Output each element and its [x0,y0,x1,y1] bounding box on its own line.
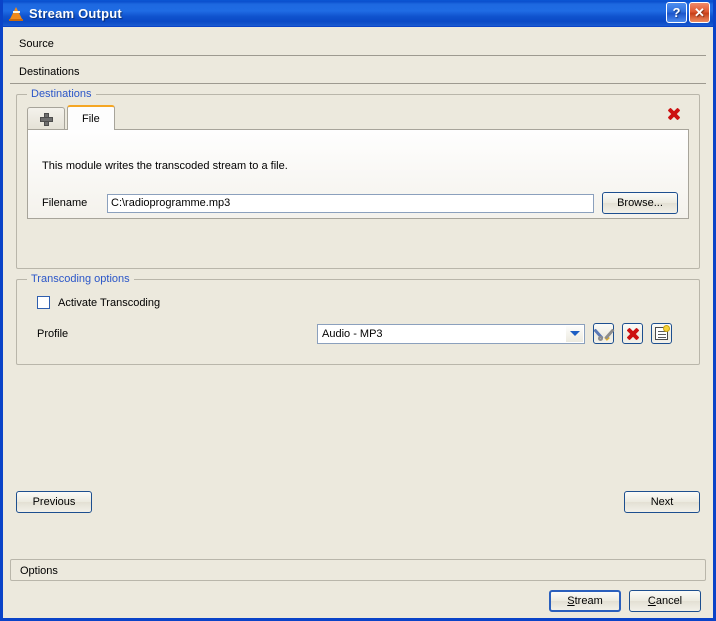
tab-file-label: File [82,112,100,125]
close-button[interactable]: ✕ [689,2,710,23]
vlc-cone-icon [9,6,23,21]
previous-button[interactable]: Previous [16,491,92,513]
plus-icon [39,112,53,126]
destinations-group-title: Destinations [27,88,96,100]
transcoding-group-title: Transcoding options [27,273,134,285]
activate-transcoding-checkbox[interactable] [37,296,50,309]
cancel-button[interactable]: Cancel [629,590,701,612]
close-x-icon [667,107,680,120]
destinations-groupbox: Destinations File This module writes the… [16,88,700,269]
transcoding-options-groupbox: Transcoding options Activate Transcoding… [16,273,700,365]
add-destination-tab[interactable] [27,107,65,130]
chevron-down-icon [566,325,583,342]
activate-transcoding-row: Activate Transcoding [37,296,689,309]
section-header-destinations[interactable]: Destinations [10,61,706,84]
help-button[interactable]: ? [666,2,687,23]
section-header-source[interactable]: Source [10,33,706,56]
filename-input[interactable] [107,193,594,213]
next-button[interactable]: Next [624,491,700,513]
dialog-footer: Options Stream Cancel [10,559,706,612]
new-profile-icon [655,325,670,340]
profile-select[interactable]: Audio - MP3 [317,323,585,344]
window-title: Stream Output [29,5,122,21]
title-bar-buttons: ? ✕ [666,2,710,23]
profile-selected-value: Audio - MP3 [322,327,383,340]
tools-icon [592,327,615,341]
destination-tab-bar: File [27,105,689,130]
tab-file[interactable]: File [67,105,115,130]
profile-row: Profile Audio - MP3 [37,323,689,344]
section-header-options[interactable]: Options [10,559,706,581]
activate-transcoding-label: Activate Transcoding [58,296,161,309]
wizard-navigation: Previous Next [16,491,700,513]
remove-destination-button[interactable] [667,107,683,123]
stream-button-accel: S [567,595,575,607]
delete-x-icon [626,327,639,340]
cancel-button-label: ancel [655,595,683,607]
stream-button-label: tream [574,595,603,607]
title-bar: Stream Output ? ✕ [3,0,713,27]
stream-output-window: Stream Output ? ✕ Source Destinations De… [0,0,716,621]
delete-profile-button[interactable] [622,323,643,344]
profile-label: Profile [37,327,69,340]
edit-profile-button[interactable] [592,323,615,344]
filename-label: Filename [42,197,88,209]
filename-row: Filename Browse... [42,192,678,214]
dialog-client-area: Source Destinations Destinations File Th… [3,27,713,618]
file-destination-panel: This module writes the transcoded stream… [27,129,689,219]
module-description: This module writes the transcoded stream… [42,160,288,172]
new-profile-button[interactable] [651,323,672,344]
stream-button[interactable]: Stream [549,590,621,612]
cancel-button-accel: C [647,595,656,607]
browse-button[interactable]: Browse... [602,192,678,214]
dialog-action-buttons: Stream Cancel [10,590,706,612]
